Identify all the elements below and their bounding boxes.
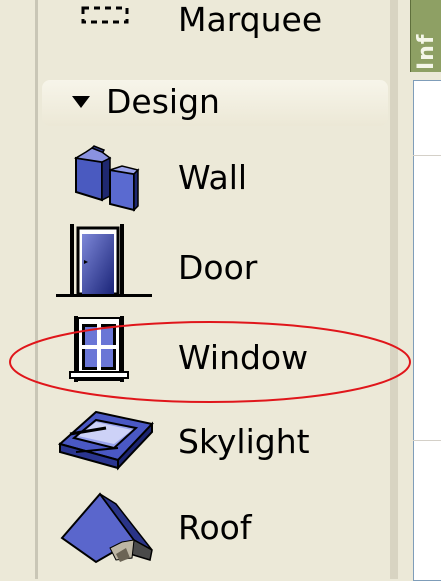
tool-roof[interactable]: Roof: [40, 488, 390, 568]
tool-marquee-label: Marquee: [178, 0, 323, 39]
roof-icon: [60, 492, 153, 564]
tool-wall-label: Wall: [178, 158, 248, 197]
skylight-icon: [57, 410, 154, 471]
design-group-label: Design: [106, 82, 220, 121]
panel-separator: [398, 0, 410, 579]
highlight-ellipse: [9, 321, 411, 403]
tool-skylight-label: Skylight: [178, 422, 310, 461]
wall-icon: [73, 145, 140, 212]
tool-roof-label: Roof: [178, 508, 252, 547]
info-list-row-line: [413, 440, 441, 441]
triangle-down-icon: [72, 96, 90, 108]
info-list-row-line: [413, 155, 441, 156]
tool-skylight[interactable]: Skylight: [40, 404, 390, 484]
tool-door-label: Door: [178, 248, 258, 287]
left-strip: [0, 0, 38, 579]
info-panel-header-text: Inf: [414, 33, 439, 70]
tool-marquee[interactable]: Marquee: [40, 0, 390, 58]
door-icon: [56, 224, 152, 297]
tool-door[interactable]: Door: [40, 222, 390, 302]
marquee-icon: [81, 6, 129, 24]
toolbox-scroll-edge: [390, 0, 398, 579]
tool-wall[interactable]: Wall: [40, 140, 390, 220]
